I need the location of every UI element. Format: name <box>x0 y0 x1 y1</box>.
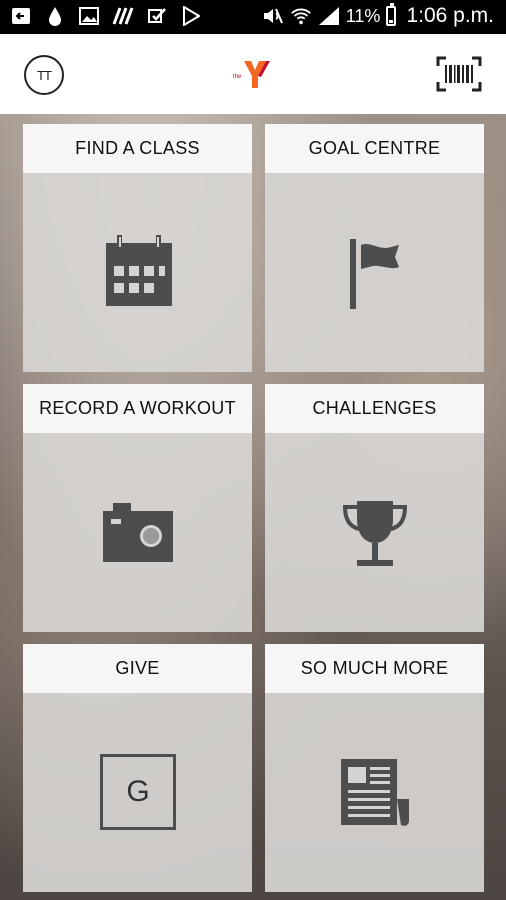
tile-challenges[interactable]: CHALLENGES <box>265 384 484 632</box>
tile-goal-centre[interactable]: GOAL CENTRE <box>265 124 484 372</box>
tile-record-a-workout[interactable]: RECORD A WORKOUT <box>23 384 252 632</box>
newspaper-icon <box>341 759 409 826</box>
tile-find-a-class[interactable]: FIND A CLASS <box>23 124 252 372</box>
play-store-icon <box>180 5 202 27</box>
tile-title: SO MUCH MORE <box>265 644 484 693</box>
profile-avatar[interactable]: TT <box>24 55 64 95</box>
tile-title: RECORD A WORKOUT <box>23 384 252 433</box>
app-bar: TT the <box>0 34 506 114</box>
tile-title: CHALLENGES <box>265 384 484 433</box>
ymca-logo: the <box>232 58 274 90</box>
calendar-icon <box>106 235 172 306</box>
tile-title: FIND A CLASS <box>23 124 252 173</box>
mail-check-icon <box>146 5 168 27</box>
clock: 1:06 p.m. <box>406 4 494 27</box>
flag-icon <box>350 239 399 309</box>
fitness-app-icon <box>112 5 134 27</box>
tile-give[interactable]: GIVE G <box>23 644 252 892</box>
tile-so-much-more[interactable]: SO MUCH MORE <box>265 644 484 892</box>
wifi-icon <box>290 5 312 27</box>
give-g-letter: G <box>126 775 150 808</box>
water-drop-icon <box>44 5 66 27</box>
battery-percent: 11% <box>345 5 381 26</box>
battery-icon <box>386 3 397 26</box>
tile-title: GIVE <box>23 644 252 693</box>
back-arrow-icon <box>10 5 32 27</box>
status-bar: 11% 1:06 p.m. <box>0 0 506 34</box>
give-g-icon: G <box>100 754 176 830</box>
camera-icon <box>103 503 173 562</box>
image-icon <box>78 5 100 27</box>
tile-title: GOAL CENTRE <box>265 124 484 173</box>
signal-icon <box>318 5 340 27</box>
trophy-icon <box>342 501 408 566</box>
mute-icon <box>262 5 284 27</box>
svg-text:the: the <box>233 74 242 80</box>
barcode-scan-icon[interactable] <box>436 56 482 92</box>
